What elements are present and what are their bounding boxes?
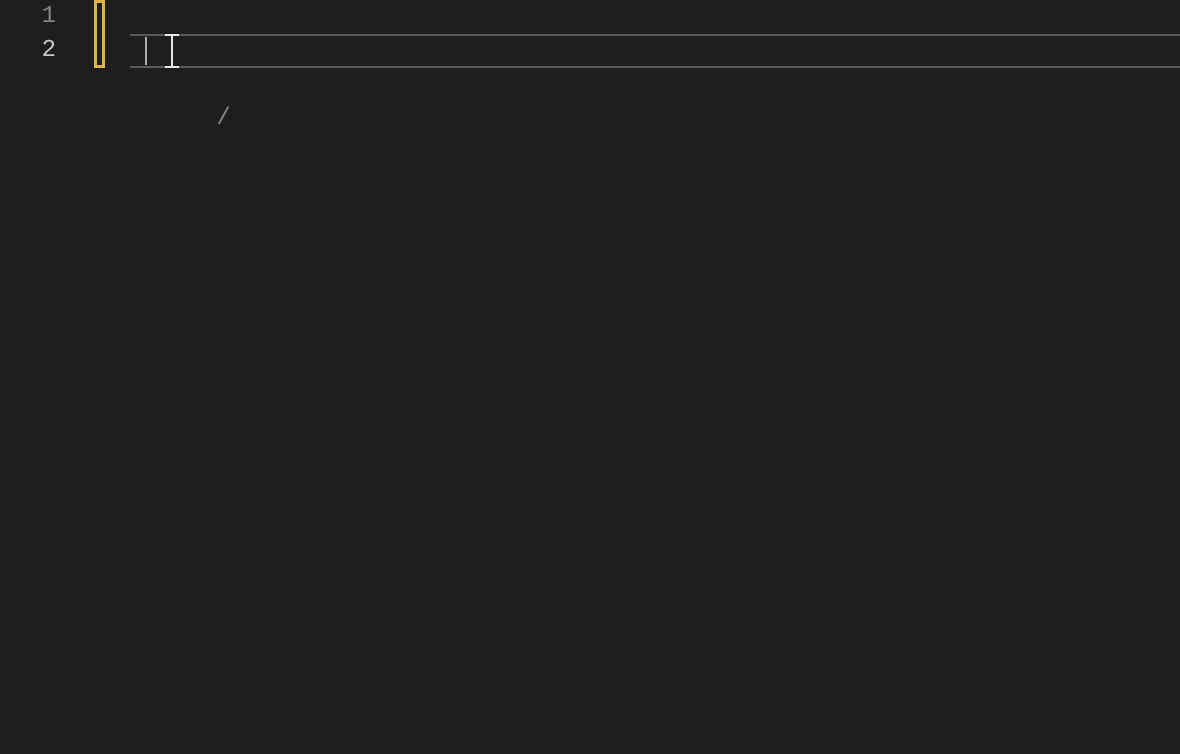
code-line[interactable] [130,0,1180,34]
modified-marker [94,0,105,68]
current-line-highlight [130,34,1180,68]
code-line[interactable]: / [130,34,1180,68]
mouse-ibeam-cursor-icon [171,34,173,68]
line-content: / [216,102,230,136]
line-number: 2 [0,34,70,68]
code-area[interactable]: / [130,0,1180,754]
text-cursor [145,37,147,65]
line-number: 1 [0,0,70,34]
line-number-gutter: 1 2 [0,0,70,754]
code-editor[interactable]: 1 2 / [0,0,1180,754]
